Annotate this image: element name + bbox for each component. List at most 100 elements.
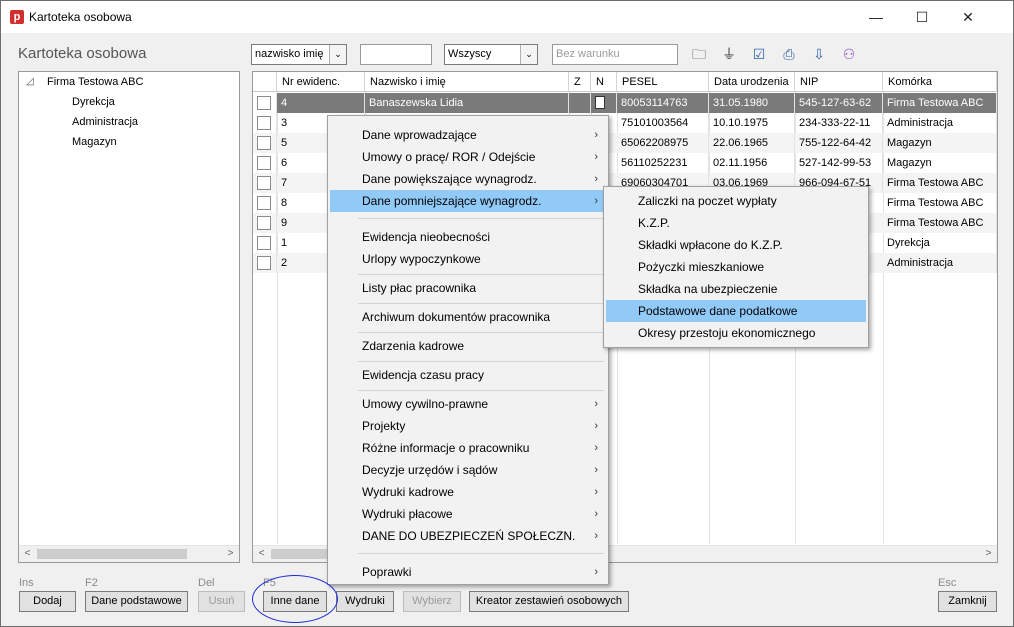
cell-n xyxy=(591,93,617,113)
column-header-z[interactable]: Z xyxy=(569,72,591,92)
menu-item-projekty[interactable]: Projekty › xyxy=(330,415,606,437)
menu-item-label: Dane powiększające wynagrodz. xyxy=(362,172,537,186)
chevron-down-icon[interactable]: ⌄ xyxy=(329,45,346,64)
app-logo-icon: p xyxy=(10,10,24,24)
column-header-name[interactable]: Nazwisko i imię xyxy=(365,72,569,92)
menu-item-zdarzenia-kadrowe[interactable]: Zdarzenia kadrowe xyxy=(330,335,606,357)
submenu-arrow-icon: › xyxy=(594,530,598,542)
row-checkbox[interactable] xyxy=(253,113,277,133)
scroll-thumb[interactable] xyxy=(271,549,327,559)
menu-item-ewidencja-czasu[interactable]: Ewidencja czasu pracy xyxy=(330,364,606,386)
row-checkbox[interactable] xyxy=(253,173,277,193)
tree-horizontal-scrollbar[interactable]: < > xyxy=(19,545,239,562)
scroll-thumb[interactable] xyxy=(37,549,187,559)
print-icon[interactable]: ⎙ xyxy=(780,45,798,63)
menu-item-umowy-o-prace[interactable]: Umowy o pracę/ ROR / Odejście › xyxy=(330,146,606,168)
row-checkbox[interactable] xyxy=(253,233,277,253)
submenu-arrow-icon: › xyxy=(594,508,598,520)
cell-name: Banaszewska Lidia xyxy=(365,93,569,113)
cell-unit: Administracja xyxy=(883,113,997,133)
header-checkbox-column xyxy=(253,72,277,92)
choose-button[interactable]: Wybierz xyxy=(403,591,461,612)
delete-button[interactable]: Usuń xyxy=(198,591,245,612)
close-window-button[interactable]: ✕ xyxy=(945,1,991,33)
menu-separator xyxy=(358,361,604,362)
column-header-nip[interactable]: NIP xyxy=(795,72,883,92)
cell-unit: Magazyn xyxy=(883,133,997,153)
menu-item-dane-powiekszajace[interactable]: Dane powiększające wynagrodz. › xyxy=(330,168,606,190)
menu-item-ewidencja-nieobecnosci[interactable]: Ewidencja nieobecności xyxy=(330,226,606,248)
scroll-left-icon[interactable]: < xyxy=(253,546,270,562)
row-checkbox[interactable] xyxy=(253,253,277,273)
filter-icon[interactable]: ⏚ xyxy=(720,45,738,63)
submenu-item-zaliczki[interactable]: Zaliczki na poczet wypłaty xyxy=(606,190,866,212)
menu-item-wydruki-kadrowe[interactable]: Wydruki kadrowe › xyxy=(330,481,606,503)
column-header-unit[interactable]: Komórka xyxy=(883,72,997,92)
menu-item-label: Archiwum dokumentów pracownika xyxy=(362,310,551,324)
scroll-right-icon[interactable]: > xyxy=(980,546,997,562)
menu-item-umowy-cywilno-prawne[interactable]: Umowy cywilno-prawne › xyxy=(330,393,606,415)
row-checkbox[interactable] xyxy=(253,193,277,213)
tree-root-item[interactable]: Firma Testowa ABC xyxy=(47,76,143,88)
cell-pesel: 56110252231 xyxy=(617,153,709,173)
export-icon[interactable]: ⇩ xyxy=(810,45,828,63)
column-header-dob[interactable]: Data urodzenia xyxy=(709,72,795,92)
shortcut-esc: Esc xyxy=(938,577,957,589)
submenu-item-okresy-przestoju[interactable]: Okresy przestoju ekonomicznego xyxy=(606,322,866,344)
submenu-item-kzp[interactable]: K.Z.P. xyxy=(606,212,866,234)
column-header-n[interactable]: N xyxy=(591,72,617,92)
report-creator-button[interactable]: Kreator zestawień osobowych xyxy=(469,591,629,612)
condition-input[interactable]: Bez warunku xyxy=(552,44,678,65)
submenu-item-pozyczki[interactable]: Pożyczki mieszkaniowe xyxy=(606,256,866,278)
menu-item-poprawki[interactable]: Poprawki › xyxy=(330,561,606,583)
menu-item-label: Ewidencja czasu pracy xyxy=(362,368,485,382)
menu-item-archiwum[interactable]: Archiwum dokumentów pracownika xyxy=(330,306,606,328)
menu-item-decyzje[interactable]: Decyzje urzędów i sądów › xyxy=(330,459,606,481)
checklist-icon[interactable]: ☑ xyxy=(750,45,768,63)
context-menu: Dane wprowadzające › Umowy o pracę/ ROR /… xyxy=(327,115,609,585)
row-checkbox[interactable] xyxy=(253,153,277,173)
users-icon[interactable]: ⚇ xyxy=(840,45,858,63)
tree-item-administracja[interactable]: Administracja xyxy=(72,116,138,128)
basic-data-button[interactable]: Dane podstawowe xyxy=(85,591,188,612)
submenu-item-skladka-ubezpieczenie[interactable]: Składka na ubezpieczenie xyxy=(606,278,866,300)
menu-item-listy-plac[interactable]: Listy płac pracownika xyxy=(330,277,606,299)
submenu-arrow-icon: › xyxy=(594,566,598,578)
scroll-right-icon[interactable]: > xyxy=(222,546,239,562)
cell-nip: 527-142-99-53 xyxy=(795,153,883,173)
menu-item-dane-wprowadzajace[interactable]: Dane wprowadzające › xyxy=(330,124,606,146)
search-input[interactable] xyxy=(360,44,432,65)
column-header-pesel[interactable]: PESEL xyxy=(617,72,709,92)
cell-unit: Firma Testowa ABC xyxy=(883,193,997,213)
chevron-down-icon[interactable]: ⌄ xyxy=(520,45,537,64)
row-checkbox[interactable] xyxy=(253,133,277,153)
sort-order-select[interactable]: nazwisko imię ⌄ xyxy=(251,44,347,65)
add-button[interactable]: Dodaj xyxy=(19,591,76,612)
tree-collapse-icon[interactable]: ◿ xyxy=(26,76,34,87)
shortcut-del: Del xyxy=(198,577,215,589)
row-checkbox[interactable] xyxy=(253,213,277,233)
grid-header: Nr ewidenc. Nazwisko i imię Z N PESEL Da… xyxy=(253,72,997,92)
column-header-nr[interactable]: Nr ewidenc. xyxy=(277,72,365,92)
maximize-button[interactable]: ☐ xyxy=(899,1,945,33)
submenu-item-skladki-kzp[interactable]: Składki wpłacone do K.Z.P. xyxy=(606,234,866,256)
menu-item-dane-do-ubezpieczen[interactable]: DANE DO UBEZPIECZEŃ SPOŁECZN. › xyxy=(330,525,606,547)
menu-item-label: Ewidencja nieobecności xyxy=(362,230,491,244)
folder-icon[interactable]: 🗀 xyxy=(690,45,708,63)
menu-item-dane-pomniejszajace[interactable]: Dane pomniejszające wynagrodz. › xyxy=(330,190,606,212)
cell-dob: 02.11.1956 xyxy=(709,153,795,173)
employee-filter-select[interactable]: Wszyscy ⌄ xyxy=(444,44,538,65)
tree-item-dyrekcja[interactable]: Dyrekcja xyxy=(72,96,115,108)
prints-button[interactable]: Wydruki xyxy=(336,591,394,612)
cell-pesel: 75101003564 xyxy=(617,113,709,133)
menu-item-urlopy[interactable]: Urlopy wypoczynkowe xyxy=(330,248,606,270)
tree-item-magazyn[interactable]: Magazyn xyxy=(72,136,117,148)
row-checkbox[interactable] xyxy=(253,93,277,113)
menu-item-wydruki-placowe[interactable]: Wydruki płacowe › xyxy=(330,503,606,525)
minimize-button[interactable]: — xyxy=(853,1,899,33)
menu-item-rozne-informacje[interactable]: Różne informacje o pracowniku › xyxy=(330,437,606,459)
submenu-item-dane-podatkowe[interactable]: Podstawowe dane podatkowe xyxy=(606,300,866,322)
scroll-left-icon[interactable]: < xyxy=(19,546,36,562)
table-row[interactable]: 4 Banaszewska Lidia 80053114763 31.05.19… xyxy=(253,93,997,113)
close-button[interactable]: Zamknij xyxy=(938,591,997,612)
